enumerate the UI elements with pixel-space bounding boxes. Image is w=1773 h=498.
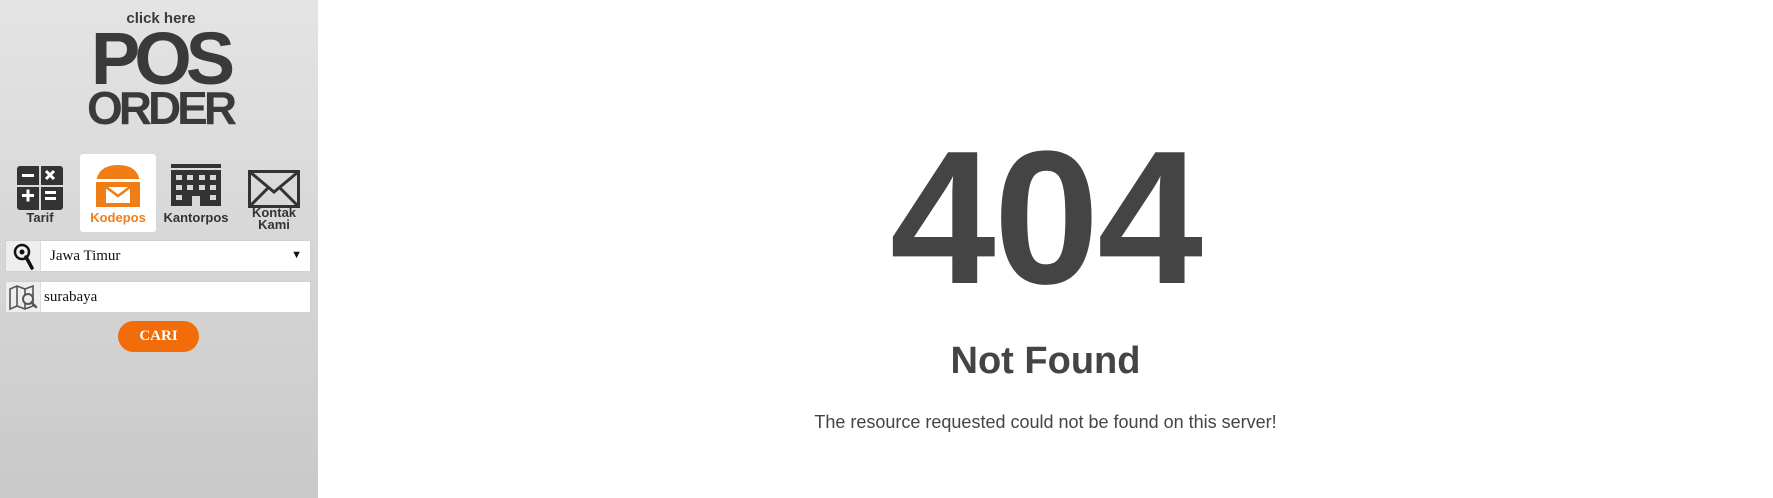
province-select[interactable]: Jawa Timur ▼ bbox=[5, 240, 311, 272]
city-input[interactable] bbox=[44, 286, 304, 308]
logo-order-text: ORDER bbox=[86, 82, 237, 134]
nav-menu: Tarif Kodepos Kantorpos Kontak Kami bbox=[0, 154, 318, 232]
location-search-icon bbox=[6, 241, 41, 271]
error-title: Not Found bbox=[950, 340, 1141, 382]
error-content: 404 Not Found The resource requested cou… bbox=[318, 0, 1773, 498]
nav-item-tarif[interactable]: Tarif bbox=[2, 154, 78, 232]
envelope-icon bbox=[248, 170, 300, 208]
search-button[interactable]: CARI bbox=[118, 321, 199, 352]
error-code: 404 bbox=[889, 112, 1203, 324]
nav-label-tarif: Tarif bbox=[26, 210, 54, 225]
calculator-icon bbox=[17, 166, 63, 210]
nav-label-kami: Kami bbox=[258, 217, 290, 232]
nav-label-kodepos: Kodepos bbox=[90, 210, 146, 225]
nav-item-kodepos[interactable]: Kodepos bbox=[80, 154, 156, 232]
nav-label-kantorpos: Kantorpos bbox=[163, 210, 229, 225]
chevron-down-icon: ▼ bbox=[291, 249, 302, 261]
error-message: The resource requested could not be foun… bbox=[814, 412, 1277, 432]
building-icon bbox=[171, 164, 221, 206]
mailbox-icon bbox=[96, 165, 140, 207]
nav-item-kontak-kami[interactable]: Kontak Kami bbox=[236, 154, 312, 232]
map-search-icon bbox=[6, 282, 41, 312]
province-select-value: Jawa Timur bbox=[50, 248, 121, 264]
sidebar: click here POS ORDER Tarif Kodepos Kanto… bbox=[0, 0, 318, 498]
city-field bbox=[5, 281, 311, 313]
nav-item-kantorpos[interactable]: Kantorpos bbox=[158, 154, 234, 232]
pos-order-logo-link[interactable]: click here POS ORDER bbox=[62, 10, 258, 132]
logo-pos-text: POS bbox=[90, 17, 235, 100]
